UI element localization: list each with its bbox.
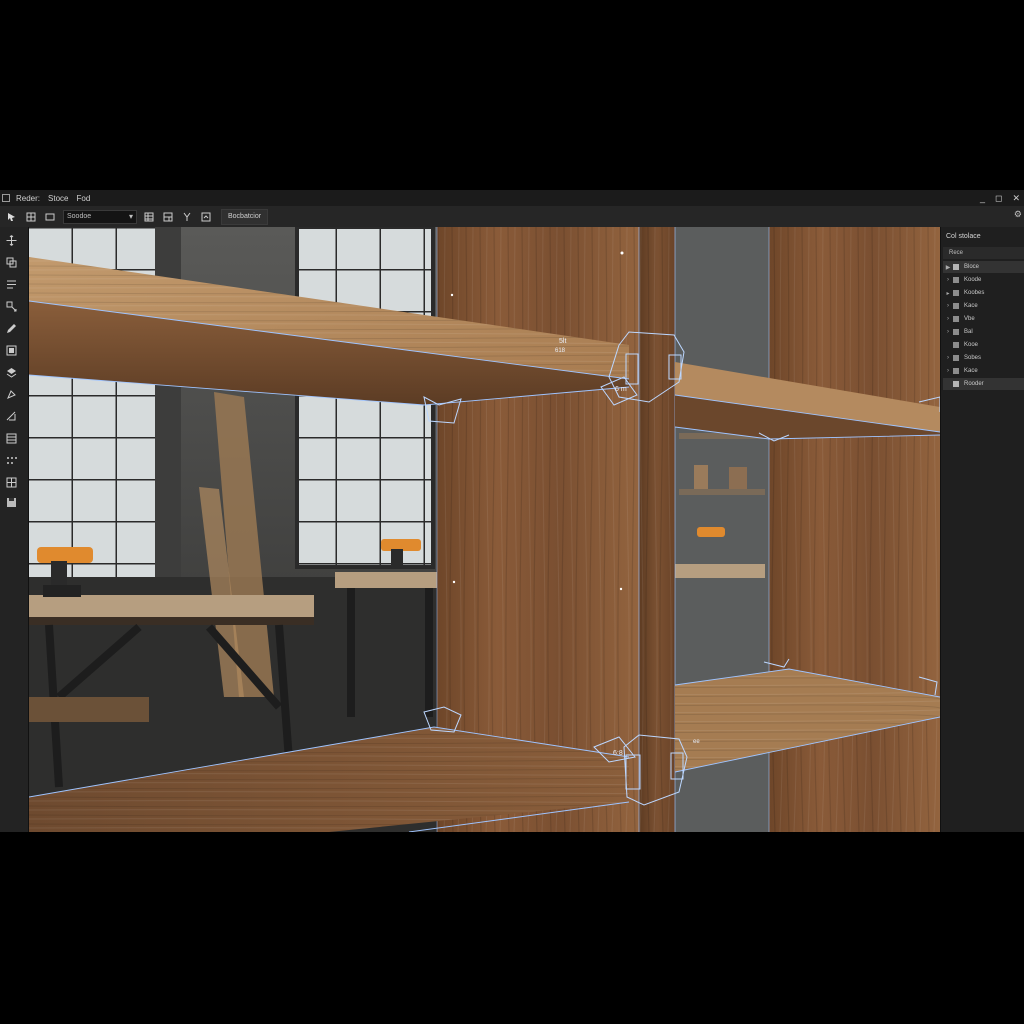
view-split-icon[interactable]	[161, 210, 175, 224]
outliner-item-label: Kooe	[964, 342, 979, 348]
dots-icon[interactable]	[4, 453, 18, 467]
object-swatch-icon	[953, 342, 959, 348]
outliner-item[interactable]: › Sobes	[943, 352, 1024, 364]
expand-arrow-icon[interactable]: ›	[943, 316, 953, 322]
tool-palette	[0, 227, 29, 832]
outliner-item-label: Koode	[964, 277, 982, 283]
outliner-item[interactable]: ▶ Bloce	[943, 261, 1024, 273]
outliner-item-label: Kace	[964, 303, 978, 309]
view-select-value: Soodoe	[67, 213, 92, 220]
select-arrow-icon[interactable]	[5, 210, 19, 224]
marker-dot	[452, 580, 456, 584]
outliner-item-label: Sobes	[964, 355, 982, 361]
outliner-item-label: Bloce	[964, 264, 980, 270]
object-swatch-icon	[953, 290, 959, 296]
menu-item-edit[interactable]: Stoce	[48, 194, 68, 203]
panel-column-header: Rece	[943, 247, 1024, 259]
close-button[interactable]: ✕	[1012, 193, 1020, 204]
marker-dot	[450, 293, 454, 297]
object-swatch-icon	[953, 264, 959, 270]
layers-icon[interactable]	[4, 365, 18, 379]
object-swatch-icon	[953, 277, 959, 283]
title-bar: Reder: Stoce Fod _ ◻ ✕	[0, 190, 1024, 206]
settings-icon[interactable]: ⚙	[1014, 209, 1022, 220]
fork-icon[interactable]	[180, 210, 194, 224]
menu-item-file[interactable]: Reder:	[16, 194, 40, 203]
dimension-label-top: 5lt	[559, 338, 566, 345]
dimension-label-bottom-small: ee	[693, 739, 700, 745]
outliner-item[interactable]: › Bal	[943, 326, 1024, 338]
marker-dot	[620, 251, 624, 255]
grid-icon[interactable]	[24, 210, 38, 224]
app-icon	[2, 194, 10, 202]
view-grid-icon[interactable]	[142, 210, 156, 224]
outliner-item[interactable]: › Vbe	[943, 313, 1024, 325]
outliner-item[interactable]: › Kace	[943, 300, 1024, 312]
object-swatch-icon	[953, 303, 959, 309]
outliner-item-label: Rooder	[964, 381, 984, 387]
cad-application-window: Reder: Stoce Fod _ ◻ ✕ Soodoe ▾ Bocbatci…	[0, 190, 1024, 832]
dimension-label-bottom: 6:8	[613, 750, 623, 757]
expand-arrow-icon[interactable]: ›	[943, 329, 953, 335]
copy-icon[interactable]	[4, 255, 18, 269]
pencil-icon[interactable]	[4, 321, 18, 335]
object-swatch-icon	[953, 355, 959, 361]
expand-arrow-icon[interactable]: ›	[943, 277, 953, 283]
chevron-down-icon: ▾	[128, 211, 133, 221]
panel-title: Col stolace	[946, 233, 981, 240]
object-swatch-icon	[953, 316, 959, 322]
save-icon[interactable]	[4, 495, 18, 509]
dimension-label-mid: 6 m	[615, 386, 627, 393]
mode-label[interactable]: Bocbatcior	[221, 208, 269, 225]
outliner-item-label: Koobes	[964, 290, 985, 296]
mode-label-text: Bocbatcior	[228, 213, 262, 220]
list-icon[interactable]	[4, 277, 18, 291]
expand-arrow-icon[interactable]: ▶	[943, 264, 953, 271]
outliner-item-label: Vbe	[964, 316, 975, 322]
expand-arrow-icon[interactable]: ›	[943, 303, 953, 309]
outliner-item-label: Kace	[964, 368, 978, 374]
view-frame-icon[interactable]	[199, 210, 213, 224]
outliner-item[interactable]: › Kace	[943, 365, 1024, 377]
outliner-item[interactable]: ▸ Koobes	[943, 287, 1024, 299]
menu-item-view[interactable]: Fod	[76, 194, 90, 203]
panel-header-label: Rece	[949, 250, 964, 256]
transform-icon[interactable]	[4, 299, 18, 313]
move-icon[interactable]	[4, 233, 18, 247]
maximize-button[interactable]: ◻	[995, 193, 1002, 204]
marker-dot	[619, 587, 623, 591]
outliner-item[interactable]: Rooder	[943, 378, 1024, 390]
window-controls: _ ◻ ✕	[980, 190, 1024, 206]
scene-outliner-panel: Col stolace Rece ▶ Bloce › Koode ▸ Koobe…	[940, 227, 1024, 832]
expand-arrow-icon[interactable]: ›	[943, 355, 953, 361]
view-select[interactable]: Soodoe ▾	[63, 209, 137, 224]
object-swatch-icon	[953, 368, 959, 374]
table-icon[interactable]	[4, 431, 18, 445]
expand-arrow-icon[interactable]: ▸	[943, 290, 953, 297]
measure-icon[interactable]	[4, 409, 18, 423]
dimension-label-top-small: 618	[555, 348, 566, 354]
object-swatch-icon	[953, 329, 959, 335]
object-swatch-icon	[953, 381, 959, 387]
bookshelf-render: 5lt 618 6 m 6:8 ee	[29, 227, 940, 832]
3d-viewport[interactable]: 5lt 618 6 m 6:8 ee	[29, 227, 940, 832]
outliner-item[interactable]: Kooe	[943, 339, 1024, 351]
minimize-button[interactable]: _	[980, 193, 985, 203]
main-toolbar: Soodoe ▾ Bocbatcior ⚙	[0, 206, 1024, 228]
box-icon[interactable]	[4, 475, 18, 489]
outliner-item[interactable]: › Koode	[943, 274, 1024, 286]
shape-icon[interactable]	[4, 387, 18, 401]
outliner-item-label: Bal	[964, 329, 973, 335]
frame-icon[interactable]	[4, 343, 18, 357]
field-icon[interactable]	[43, 210, 57, 224]
expand-arrow-icon[interactable]: ›	[943, 368, 953, 374]
